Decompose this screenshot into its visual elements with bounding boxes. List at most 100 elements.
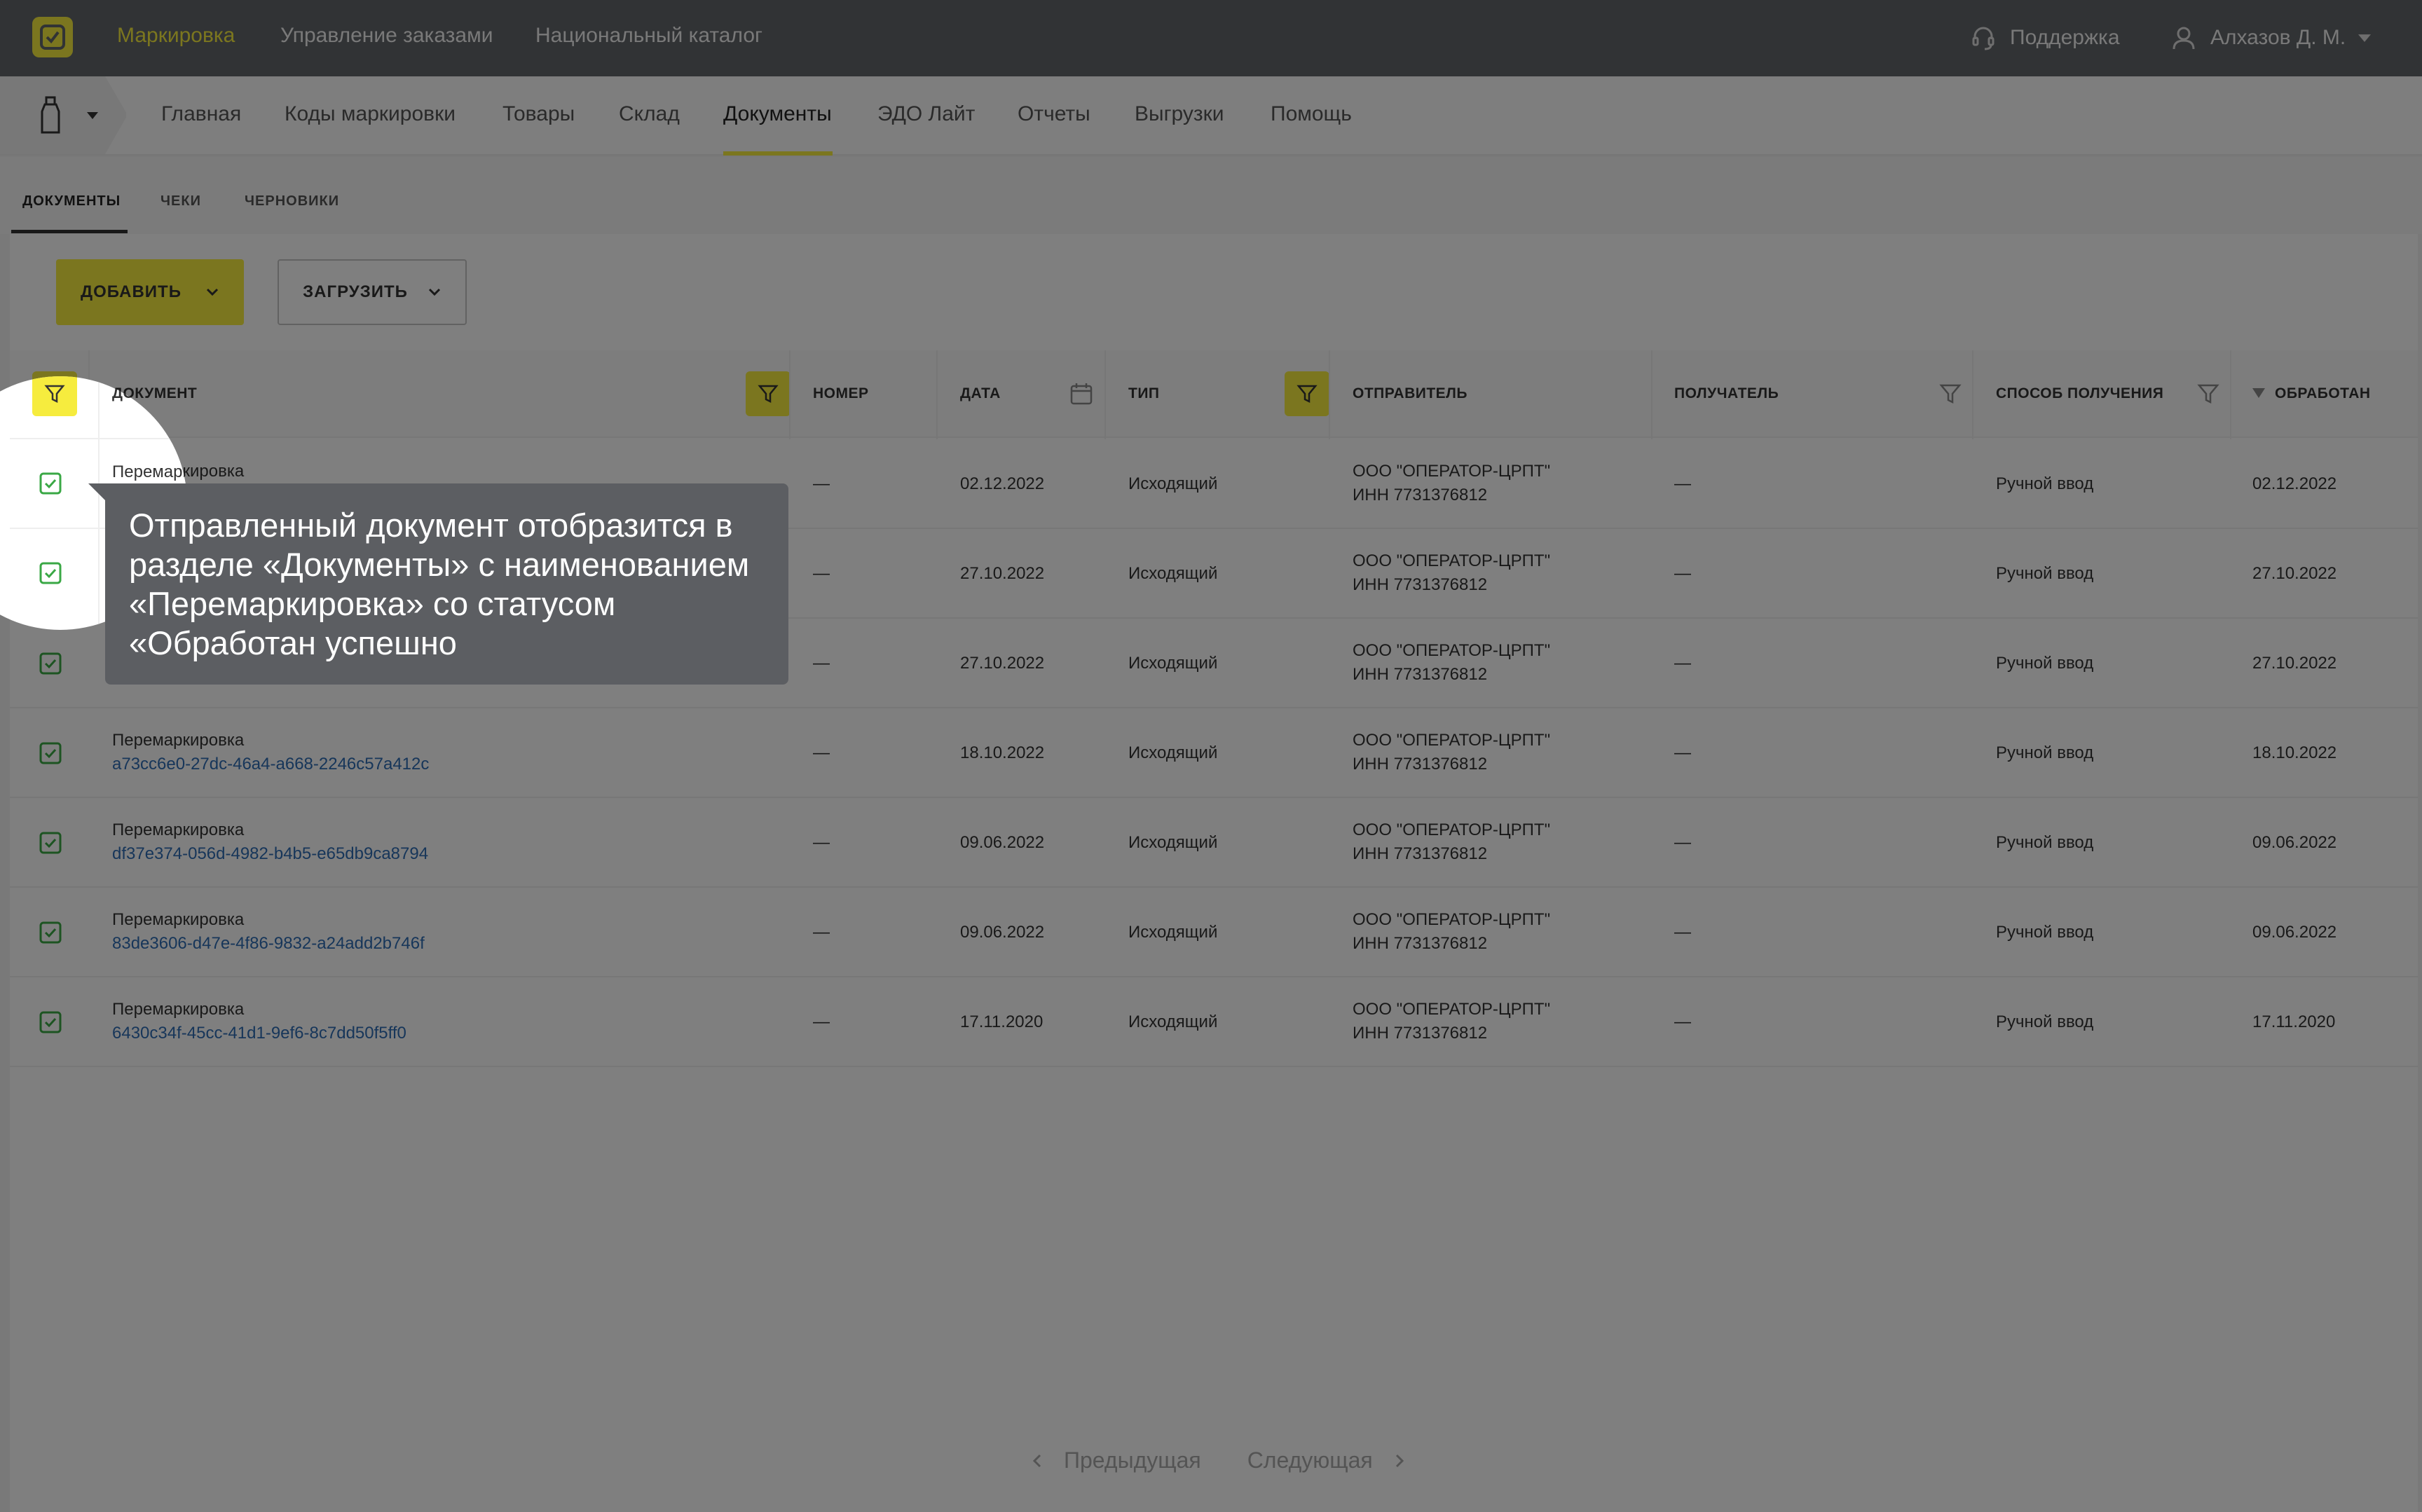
table-row[interactable]: Перемаркировка a73cc6e0-27dc-46a4-a668-22…: [10, 708, 2418, 798]
secnav-codes[interactable]: Коды маркировки: [285, 102, 456, 126]
receipt-method: Ручной ввод: [1996, 564, 2094, 583]
type-filter-button[interactable]: [1285, 371, 1329, 416]
logo-icon[interactable]: [32, 17, 73, 57]
sender-inn: ИНН 7731376812: [1353, 575, 1488, 594]
spotlight-column-document: ДОКУМЕНТ: [112, 385, 187, 401]
add-button-label: ДОБАВИТЬ: [81, 282, 182, 301]
document-id-link[interactable]: a73cc6e0-27dc-46a4-a668-2246c57a412c: [112, 752, 429, 777]
chevron-left-icon[interactable]: [1030, 1452, 1044, 1469]
upload-button[interactable]: ЗАГРУЗИТЬ: [278, 259, 467, 325]
secnav-goods[interactable]: Товары: [502, 102, 575, 126]
subtab-indicator: [11, 230, 128, 233]
chevron-down-icon: [206, 288, 219, 296]
document-type: Исходящий: [1128, 743, 1218, 762]
document-name: Перемаркировка: [112, 731, 245, 750]
sender-name: ООО "ОПЕРАТОР-ЦРПТ": [1353, 462, 1551, 481]
secnav-exports[interactable]: Выгрузки: [1135, 102, 1224, 126]
secnav-edo[interactable]: ЭДО Лайт: [877, 102, 975, 126]
checkbox-checked-icon[interactable]: [39, 652, 62, 675]
caret-down-icon: [2358, 34, 2372, 42]
document-number: —: [813, 923, 830, 942]
document-number: —: [813, 474, 830, 493]
user-icon: [2173, 27, 2195, 50]
upload-button-label: ЗАГРУЗИТЬ: [303, 282, 408, 301]
document-type: Исходящий: [1128, 474, 1218, 493]
sender-name: ООО "ОПЕРАТОР-ЦРПТ": [1353, 731, 1551, 750]
prev-page-button[interactable]: Предыдущая: [1064, 1448, 1201, 1473]
document-number: —: [813, 1012, 830, 1031]
document-filter-button[interactable]: [746, 371, 791, 416]
secnav-documents[interactable]: Документы: [723, 102, 832, 126]
chevron-right-icon[interactable]: [1393, 1452, 1407, 1469]
receiver: —: [1674, 833, 1691, 852]
checkbox-checked-icon[interactable]: [39, 472, 62, 495]
support-link[interactable]: Поддержка: [1969, 24, 2120, 52]
top-bar: Маркировка Управление заказами Националь…: [0, 0, 2422, 76]
document-name: Перемаркировка: [112, 910, 245, 929]
document-date: 27.10.2022: [960, 654, 1045, 673]
sender-name: ООО "ОПЕРАТОР-ЦРПТ": [1353, 551, 1551, 570]
add-button[interactable]: ДОБАВИТЬ: [56, 259, 244, 325]
receipt-method: Ручной ввод: [1996, 833, 2094, 852]
checkbox-checked-icon[interactable]: [39, 921, 62, 944]
support-label: Поддержка: [2010, 26, 2120, 49]
document-number: —: [813, 833, 830, 852]
tooltip-text: Отправленный документ отобразится в разд…: [129, 507, 750, 661]
column-processed: ОБРАБОТАН: [2275, 385, 2371, 401]
processed-date: 17.11.2020: [2252, 1012, 2336, 1031]
tab-documents[interactable]: ДОКУМЕНТЫ: [22, 193, 121, 209]
processed-date: 18.10.2022: [2252, 743, 2337, 762]
table-row[interactable]: Перемаркировка 83de3606-d47e-4f86-9832-a2…: [10, 888, 2418, 977]
checkbox-checked-icon[interactable]: [39, 1011, 62, 1033]
document-id-link[interactable]: 83de3606-d47e-4f86-9832-a24add2b746f: [112, 931, 425, 956]
tab-drafts[interactable]: ЧЕРНОВИКИ: [245, 193, 339, 209]
secnav-reports[interactable]: Отчеты: [1018, 102, 1090, 126]
receiver: —: [1674, 564, 1691, 583]
logo-glyph: [40, 25, 65, 50]
user-menu[interactable]: Алхазов Д. М.: [2170, 24, 2372, 52]
sender-name: ООО "ОПЕРАТОР-ЦРПТ": [1353, 641, 1551, 660]
receiver: —: [1674, 923, 1691, 942]
user-name: Алхазов Д. М.: [2210, 26, 2346, 49]
table-row[interactable]: Перемаркировка 6430c34f-45cc-41d1-9ef6-8c…: [10, 977, 2418, 1067]
document-number: —: [813, 654, 830, 673]
receiver: —: [1674, 1012, 1691, 1031]
caret-down-icon: [87, 111, 98, 119]
secnav-warehouse[interactable]: Склад: [619, 102, 680, 126]
hint-tooltip: Отправленный документ отобразится в разд…: [105, 483, 788, 685]
sender-inn: ИНН 7731376812: [1353, 665, 1488, 684]
sender-inn: ИНН 7731376812: [1353, 844, 1488, 863]
document-id-link[interactable]: df37e374-056d-4982-b4b5-e65db9ca8794: [112, 841, 428, 867]
topnav-catalog[interactable]: Национальный каталог: [535, 24, 762, 48]
receiver-filter-icon[interactable]: [1938, 382, 1962, 406]
receipt-method: Ручной ввод: [1996, 654, 2094, 673]
topnav-orders[interactable]: Управление заказами: [280, 24, 493, 48]
column-number: НОМЕР: [813, 385, 869, 401]
column-type: ТИП: [1128, 385, 1160, 401]
sort-desc-icon[interactable]: [2252, 388, 2265, 398]
receiver: —: [1674, 743, 1691, 762]
table-header: ДОКУМЕНТ НОМЕР ДАТА ТИП ОТПРАВИТЕЛЬ ПОЛУ…: [10, 350, 2418, 438]
next-page-button[interactable]: Следующая: [1247, 1448, 1373, 1473]
checkbox-checked-icon[interactable]: [39, 742, 62, 764]
secnav-home[interactable]: Главная: [161, 102, 241, 126]
tab-receipts[interactable]: ЧЕКИ: [160, 193, 201, 209]
column-receiver: ПОЛУЧАТЕЛЬ: [1674, 385, 1779, 401]
sender-inn: ИНН 7731376812: [1353, 486, 1488, 504]
document-id-link[interactable]: 6430c34f-45cc-41d1-9ef6-8c7dd50f5ff0: [112, 1021, 406, 1046]
secondary-nav: Главная Коды маркировки Товары Склад Док…: [0, 76, 2422, 156]
calendar-icon[interactable]: [1069, 382, 1093, 406]
method-filter-icon[interactable]: [2196, 382, 2220, 406]
topnav-marking[interactable]: Маркировка: [117, 24, 235, 48]
spotlight-filter-button[interactable]: [32, 376, 77, 416]
checkbox-checked-icon[interactable]: [39, 832, 62, 854]
processed-date: 27.10.2022: [2252, 654, 2337, 673]
document-name: Перемаркировка: [112, 820, 245, 839]
product-group-selector[interactable]: [0, 76, 126, 154]
table-row[interactable]: Перемаркировка df37e374-056d-4982-b4b5-e6…: [10, 798, 2418, 888]
receipt-method: Ручной ввод: [1996, 474, 2094, 493]
filter-icon: [44, 385, 65, 404]
receipt-method: Ручной ввод: [1996, 743, 2094, 762]
checkbox-checked-icon[interactable]: [39, 562, 62, 584]
secnav-help[interactable]: Помощь: [1271, 102, 1352, 126]
